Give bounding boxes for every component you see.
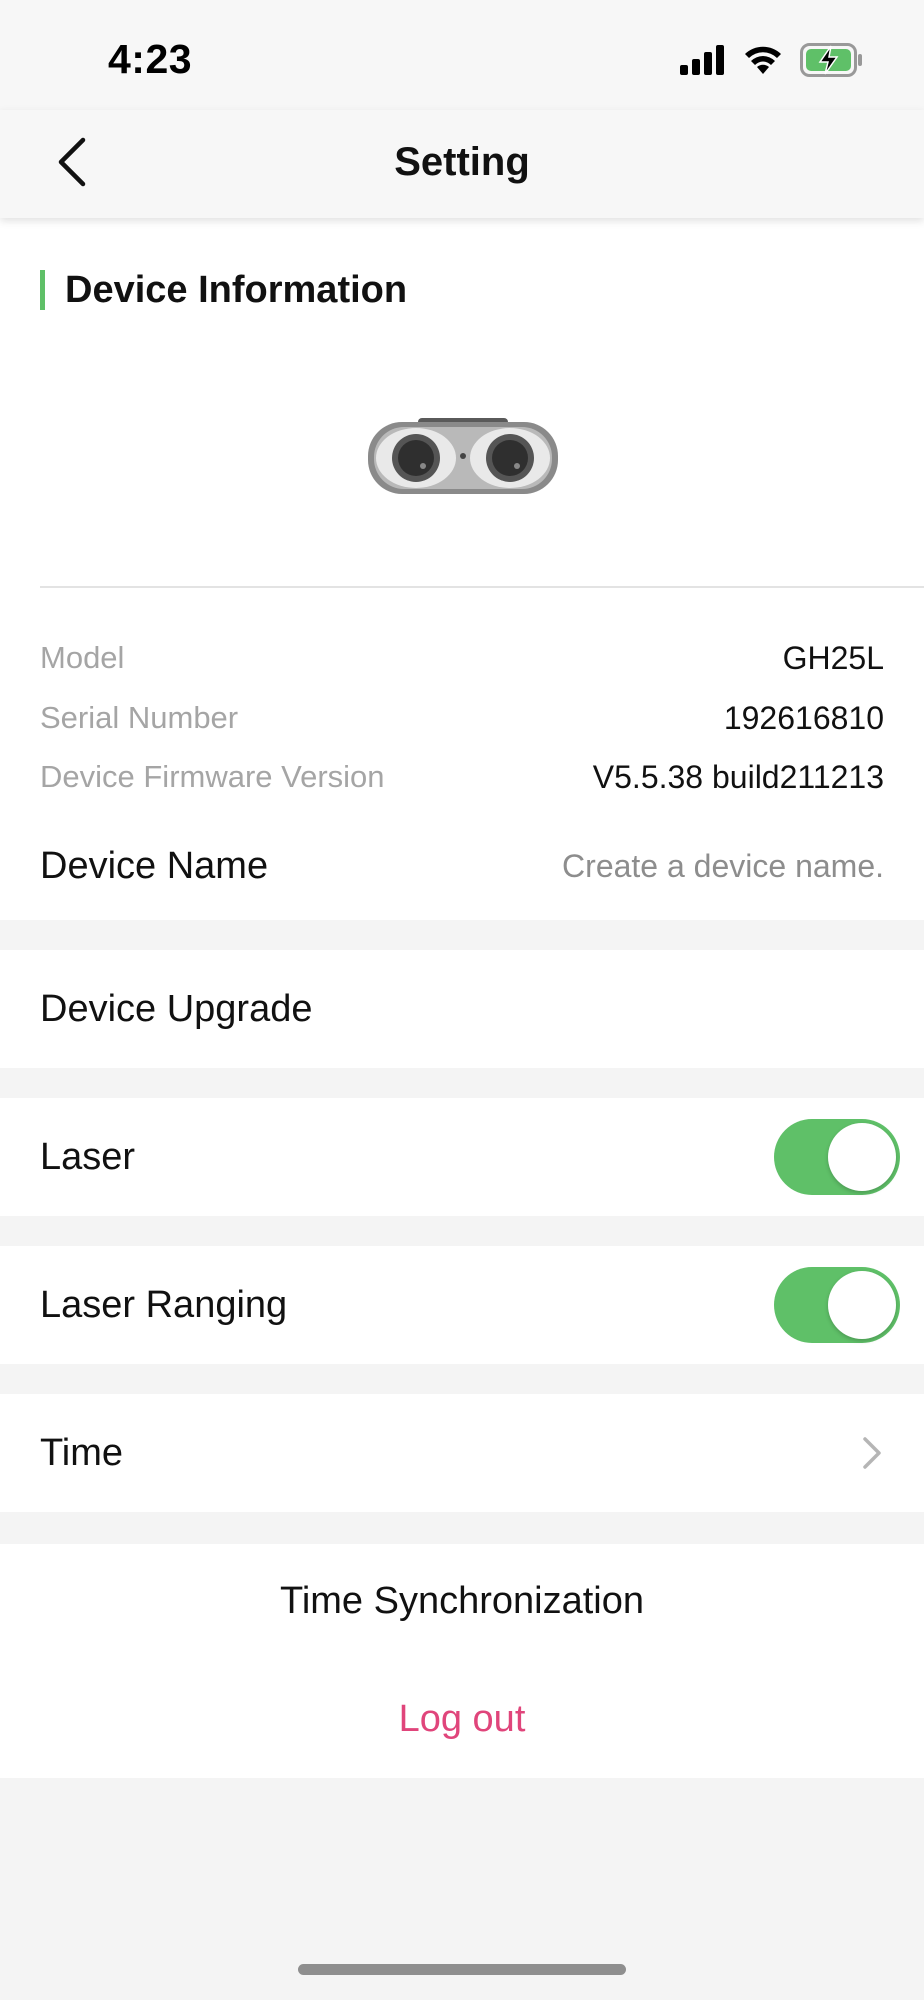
logout-button[interactable]: Log out — [0, 1698, 924, 1741]
toggle-knob — [828, 1123, 896, 1191]
status-time: 4:23 — [108, 36, 193, 82]
model-row: Model GH25L — [40, 636, 884, 680]
laser-label: Laser — [40, 1135, 136, 1178]
section-title: Device Information — [65, 268, 408, 311]
page-title: Setting — [394, 140, 530, 184]
firmware-version-value: V5.5.38 build211213 — [592, 758, 884, 795]
binocular-device-image — [368, 418, 558, 494]
home-indicator[interactable] — [298, 1964, 626, 1975]
status-icons — [680, 42, 864, 82]
actions-card: Time Synchronization Log out — [0, 1544, 924, 1778]
device-name-row[interactable]: Device Name Create a device name. — [40, 838, 884, 894]
time-synchronization-button[interactable]: Time Synchronization — [0, 1580, 924, 1623]
device-upgrade-row[interactable]: Device Upgrade — [0, 950, 924, 1068]
device-name-label: Device Name — [40, 844, 269, 887]
chevron-right-icon — [852, 1433, 892, 1473]
time-label: Time — [40, 1431, 124, 1474]
section-header: Device Information — [40, 268, 408, 311]
model-label: Model — [40, 640, 125, 675]
laser-ranging-row: Laser Ranging — [0, 1246, 924, 1364]
status-bar: 4:23 — [0, 0, 924, 110]
navigation-bar: Setting — [0, 110, 924, 218]
wifi-icon — [742, 44, 784, 81]
time-row[interactable]: Time — [0, 1394, 924, 1512]
firmware-version-label: Device Firmware Version — [40, 759, 385, 794]
section-accent-bar — [40, 270, 45, 310]
device-name-placeholder[interactable]: Create a device name. — [562, 848, 884, 885]
laser-toggle[interactable] — [774, 1119, 900, 1195]
divider — [40, 586, 924, 588]
battery-charging-icon — [800, 42, 864, 82]
laser-ranging-label: Laser Ranging — [40, 1283, 288, 1326]
serial-number-row: Serial Number 192616810 — [40, 696, 884, 740]
laser-ranging-toggle[interactable] — [774, 1267, 900, 1343]
device-information-card: Device Information Model GH25L Serial Nu… — [0, 218, 924, 920]
device-upgrade-label: Device Upgrade — [40, 987, 313, 1030]
serial-number-label: Serial Number — [40, 700, 239, 735]
toggle-knob — [828, 1271, 896, 1339]
laser-row: Laser — [0, 1098, 924, 1216]
serial-number-value: 192616810 — [723, 699, 884, 736]
model-value: GH25L — [782, 639, 884, 676]
cellular-signal-icon — [680, 44, 726, 80]
firmware-version-row: Device Firmware Version V5.5.38 build211… — [40, 755, 884, 799]
